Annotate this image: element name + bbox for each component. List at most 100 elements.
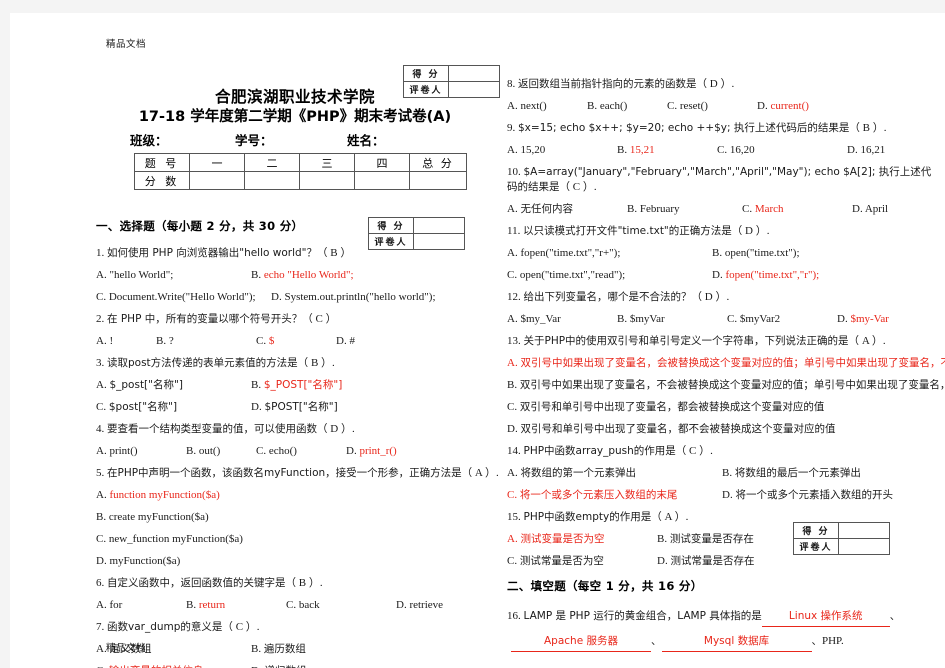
opt-text: myFunction($a) xyxy=(109,555,181,567)
opt-key: C. xyxy=(727,313,738,325)
score-label: 得 分 xyxy=(793,522,839,539)
question-11: 11. 以只读模式打开文件"time.txt"的正确方法是（ D ）. xyxy=(507,224,935,239)
watermark-bottom: 精品文档 xyxy=(106,643,147,654)
q-tail: ）. xyxy=(674,511,689,523)
separator-3: 、 xyxy=(811,635,823,647)
q-num: 3. xyxy=(96,357,105,369)
opt-text: create myFunction($a) xyxy=(108,511,209,523)
question-14-options-row-1: A. 将数组的第一个元素弹出 B. 将数组的最后一个元素弹出 xyxy=(507,466,935,481)
opt-text: $myVar xyxy=(629,313,665,325)
opt-key: A. xyxy=(507,357,518,369)
marks-value-3[interactable] xyxy=(354,171,410,190)
opt-text: next() xyxy=(520,100,547,112)
opt-key: C. xyxy=(667,100,678,112)
opt-key: A. xyxy=(96,335,107,347)
q-answer: C xyxy=(315,313,323,325)
opt-key: A. xyxy=(507,144,518,156)
q-answer: C xyxy=(689,445,697,457)
question-1-options-row-1: A. "hello World"; B. echo "Hello World"; xyxy=(96,268,486,283)
opt-key: C. xyxy=(717,144,728,156)
q-tail: ）. xyxy=(872,122,887,134)
opt-key: B. xyxy=(186,445,197,457)
marks-value-total[interactable] xyxy=(409,171,467,190)
opt-key: C. xyxy=(96,401,107,413)
question-3: 3. 读取post方法传递的表单元素值的方法是（ B ）. xyxy=(96,356,486,371)
question-5: 5. 在PHP中声明一个函数，该函数名myFunction，接受一个形参，正确方… xyxy=(96,466,499,481)
question-4: 4. 要查看一个结构类型变量的值，可以使用函数（ D ）. xyxy=(96,422,486,437)
opt-text: System.out.println("hello world"); xyxy=(284,291,436,303)
question-9-options: A. 15,20 B. 15,21 C. 16,20 D. 16,21 xyxy=(507,143,935,158)
exam-title-block: 合肥滨湖职业技术学院 17-18 学年度第二学期《PHP》期末考试卷(A) xyxy=(130,87,460,128)
opt-text: retrieve xyxy=(409,599,444,611)
question-5-option-a: A. function myFunction($a) xyxy=(96,488,486,503)
question-14: 14. PHP中函数array_push的作用是（ C ）. xyxy=(507,444,935,459)
opt-key: B. xyxy=(722,467,733,479)
opt-key: C. xyxy=(96,533,107,545)
q-num: 16. xyxy=(507,610,521,622)
q-num: 12. xyxy=(507,291,521,303)
question-13-option-d: D. 双引号和单引号中出现了变量名，都不会被替换成这个变量对应的值 xyxy=(507,422,935,437)
opt-text: $_post["名称"] xyxy=(109,379,183,391)
q-tail: ）. xyxy=(340,423,355,435)
blank-3[interactable]: Mysql 数据库 xyxy=(661,631,812,652)
opt-text: new_function myFunction($a) xyxy=(108,533,243,545)
blank-1[interactable]: Linux 操作系统 xyxy=(761,606,890,627)
table-row: 分 数 xyxy=(134,171,467,190)
opt-text: 双引号中如果出现了变量名，不会被替换成这个变量对应的值；单引号中如果出现了变量名… xyxy=(519,379,945,391)
opt-text: February xyxy=(639,203,680,215)
opt-key: C. xyxy=(507,489,518,501)
opt-key: C. xyxy=(507,401,518,413)
q-answer: B xyxy=(862,122,870,134)
opt-text: 将数组的最后一个元素弹出 xyxy=(734,467,861,479)
opt-text: print() xyxy=(109,445,138,457)
question-12: 12. 给出下列变量名，哪个是不合法的？（ D ）. xyxy=(507,290,935,305)
opt-key: A. xyxy=(507,247,518,259)
q-answer: A xyxy=(474,467,483,479)
question-8: 8. 返回数组当前指针指向的元素的函数是（ D ）. xyxy=(507,77,935,92)
opt-key: C. xyxy=(507,269,518,281)
opt-key: C. xyxy=(96,291,107,303)
grader-value-cell[interactable] xyxy=(838,538,890,555)
opt-key: D. xyxy=(657,555,668,567)
opt-text: current() xyxy=(770,100,809,112)
q-tail: ）. xyxy=(582,181,597,193)
score-label: 得 分 xyxy=(403,65,449,82)
question-6-options: A. for B. return C. back D. retrieve xyxy=(96,598,486,613)
marks-value-2[interactable] xyxy=(299,171,355,190)
marks-value-1[interactable] xyxy=(244,171,300,190)
q-text: LAMP 是 PHP 运行的黄金组合，LAMP 具体指的是 xyxy=(523,610,762,622)
q-tail: ） xyxy=(325,313,337,325)
q-text: 函数var_dump的意义是（ xyxy=(107,621,233,633)
opt-text: fopen("time.txt","r"); xyxy=(725,269,820,281)
opt-key: D. xyxy=(96,555,107,567)
opt-key: A. xyxy=(96,489,107,501)
score-value-cell[interactable] xyxy=(838,522,890,539)
question-7-options-row-2: C. 输出变量的相关信息 D. 递归数组 xyxy=(96,664,486,668)
q-answer: D xyxy=(704,291,713,303)
class-label: 班级： xyxy=(130,133,168,148)
marks-col-2: 三 xyxy=(299,153,355,172)
q-tail: ）. xyxy=(245,621,260,633)
question-14-options-row-2: C. 将一个或多个元素压入数组的末尾 D. 将一个或多个元素插入数组的开头 xyxy=(507,488,935,503)
blank-2[interactable]: Apache 服务器 xyxy=(511,631,651,652)
opt-text: out() xyxy=(198,445,221,457)
opt-key: C. xyxy=(742,203,753,215)
score-value-cell[interactable] xyxy=(448,65,500,82)
question-13-option-c: C. 双引号和单引号中出现了变量名，都会被替换成这个变量对应的值 xyxy=(507,400,935,415)
marks-col-3: 四 xyxy=(354,153,410,172)
q-num: 10. xyxy=(507,166,521,178)
opt-text: April xyxy=(864,203,889,215)
section-heading-choice: 一、选择题（每小题 2 分，共 30 分） xyxy=(96,219,304,233)
question-1: 1. 如何使用 PHP 向浏览器输出"hello world"？（ B ） xyxy=(96,246,486,261)
opt-text: 双引号和单引号中出现了变量名，都会被替换成这个变量对应的值 xyxy=(519,401,825,413)
marks-value-0[interactable] xyxy=(189,171,245,190)
q-num: 2. xyxy=(96,313,105,325)
question-9: 9. $x=15; echo $x++; $y=20; echo ++$y; 执… xyxy=(507,121,935,136)
marks-col-total: 总 分 xyxy=(409,153,467,172)
question-5-option-d: D. myFunction($a) xyxy=(96,554,486,569)
q-text: 以只读模式打开文件"time.txt"的正确方法是（ xyxy=(523,225,743,237)
opt-key: D. xyxy=(346,445,357,457)
opt-text: reset() xyxy=(679,100,708,112)
opt-text: $my_Var xyxy=(520,313,561,325)
opt-key: C. xyxy=(256,335,267,347)
